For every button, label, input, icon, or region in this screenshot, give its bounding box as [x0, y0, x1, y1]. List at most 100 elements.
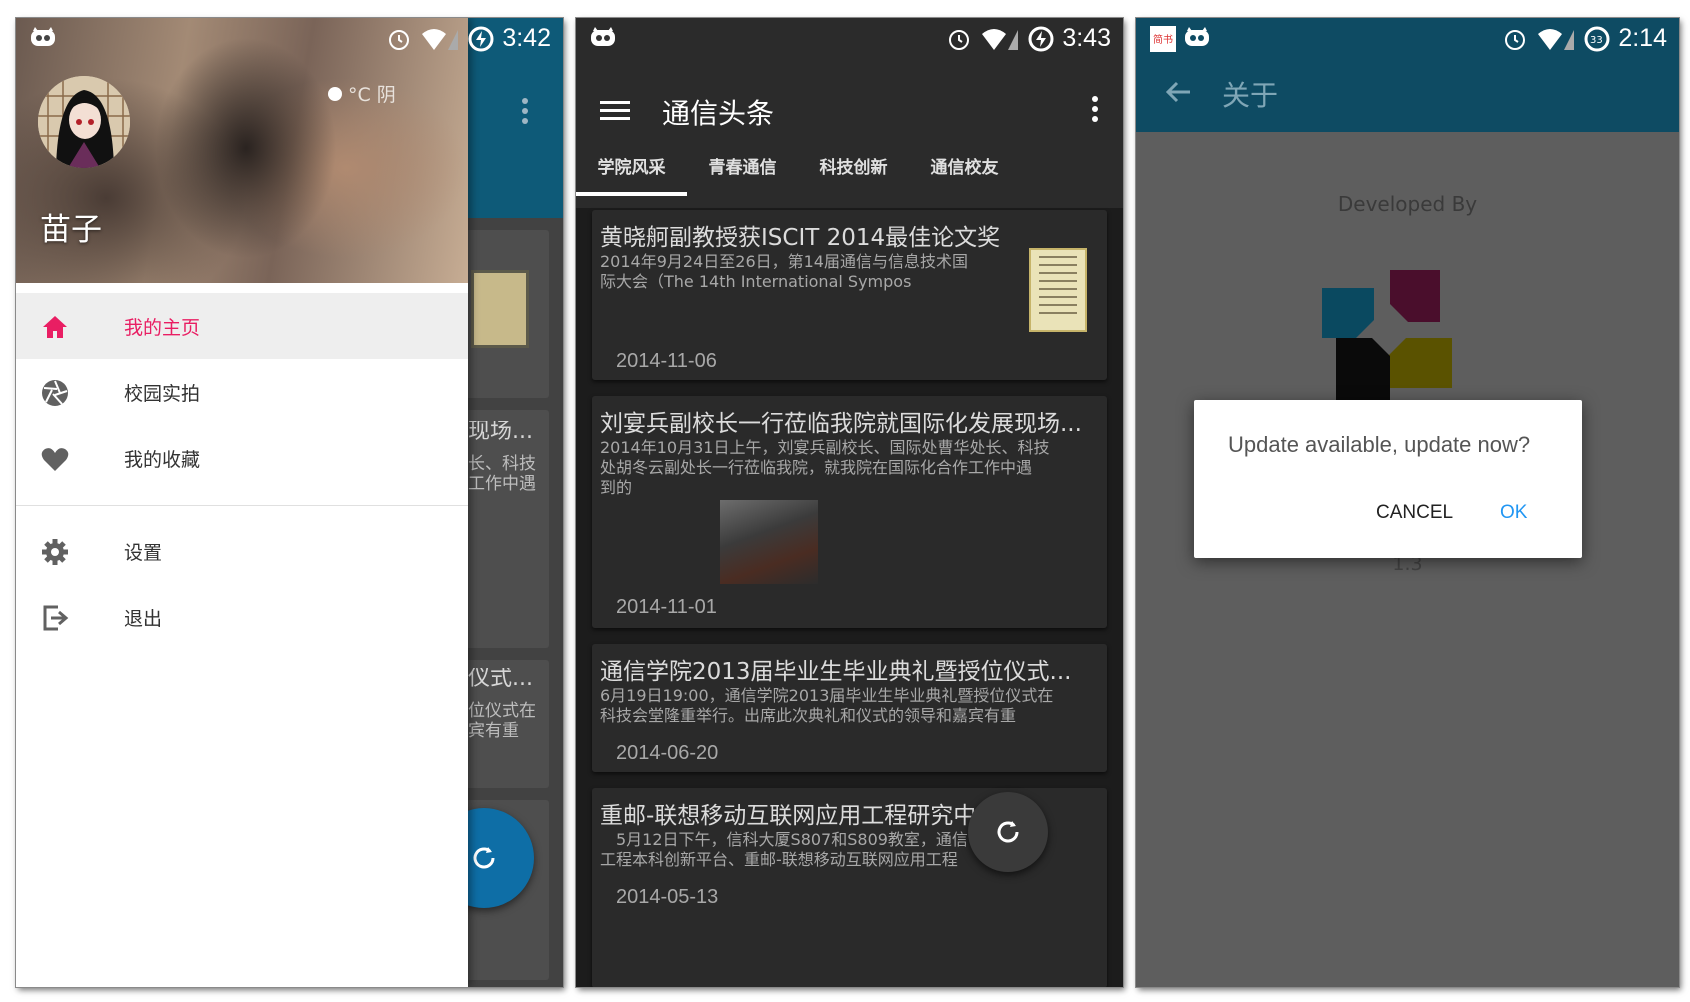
background-card-text: 位仪式在	[468, 701, 536, 721]
tab-alumni[interactable]: 通信校友	[909, 146, 1020, 208]
news-date: 2014-11-01	[616, 596, 717, 618]
menu-item-campus-photos[interactable]: 校园实拍	[16, 359, 468, 425]
background-card-text: 宾有重	[468, 721, 519, 741]
avatar[interactable]	[38, 76, 130, 168]
page-title: 关于	[1222, 79, 1279, 112]
alarm-icon	[949, 29, 970, 50]
news-summary: 2014年9月24日至26日，第14届通信与信息技术国 际大会（The 14th…	[600, 252, 968, 292]
background-thumbnail	[471, 270, 529, 348]
status-bar: 简书 33 2:14	[1136, 18, 1679, 62]
news-date: 2014-11-06	[616, 350, 717, 372]
news-summary-line: 际大会（The 14th International Sympos	[600, 272, 912, 291]
menu-divider	[16, 505, 468, 506]
news-card[interactable]: 通信学院2013届毕业生毕业典礼暨授位仪式... 6月19日19:00，通信学院…	[592, 644, 1107, 772]
cyanogen-mascot-icon	[1185, 27, 1209, 46]
tab-bar: 学院风采 青春通信 科技创新 通信校友	[576, 146, 1123, 208]
news-summary-line: 到的	[600, 478, 633, 497]
cancel-button[interactable]: CANCEL	[1376, 502, 1453, 524]
status-time: 2:14	[1618, 24, 1667, 52]
weather-text: °C 阴	[348, 84, 396, 106]
camera-aperture-icon	[42, 380, 68, 406]
meeting-photo	[720, 500, 818, 584]
hamburger-menu-icon[interactable]	[600, 100, 630, 122]
menu-item-label: 设置	[124, 541, 163, 564]
back-arrow-icon[interactable]	[1164, 80, 1192, 104]
news-summary-line: 5月12日下午，信科大厦S807和S809教室，通信	[600, 830, 968, 849]
news-summary-line: 2014年9月24日至26日，第14届通信与信息技术国	[600, 252, 968, 271]
menu-item-label: 退出	[124, 607, 163, 630]
wifi-signal-icon	[1538, 28, 1575, 50]
overflow-menu-icon[interactable]	[1091, 96, 1099, 122]
alarm-icon	[1505, 29, 1526, 50]
background-card-title: 现场...	[468, 421, 533, 443]
refresh-icon	[997, 821, 1019, 843]
update-dialog: Update available, update now? CANCEL OK	[1194, 400, 1582, 558]
news-title: 刘宴兵副校长一行莅临我院就国际化发展现场...	[600, 411, 1082, 437]
menu-item-label: 校园实拍	[124, 382, 201, 405]
alarm-icon	[389, 29, 410, 50]
menu-item-label: 我的主页	[124, 316, 201, 339]
news-card[interactable]: 黄晓舸副教授获ISCIT 2014最佳论文奖 2014年9月24日至26日，第1…	[592, 210, 1107, 380]
news-summary: 6月19日19:00，通信学院2013届毕业生毕业典礼暨授位仪式在 科技会堂隆重…	[600, 686, 1053, 726]
weather-icon	[328, 86, 342, 101]
background-card-text: 长、科技	[468, 454, 536, 474]
page-title: 通信头条	[662, 97, 775, 130]
logout-icon	[43, 605, 69, 631]
drawer-menu: 我的主页 校园实拍 我的收藏 设置 退出	[16, 293, 468, 650]
news-summary-line: 工程本科创新平台、重邮-联想移动互联网应用工程	[600, 850, 958, 869]
gear-icon	[42, 539, 68, 565]
status-bar: 3:42	[16, 18, 563, 62]
news-title: 通信学院2013届毕业生毕业典礼暨授位仪式...	[600, 659, 1072, 685]
refresh-fab[interactable]	[968, 792, 1048, 872]
menu-item-logout[interactable]: 退出	[16, 584, 468, 650]
screen-drawer: 现场... 长、科技 工作中遇 仪式... 位仪式在 宾有重 3:42 °C 阴…	[16, 18, 563, 987]
background-card	[466, 410, 549, 648]
tab-technology[interactable]: 科技创新	[798, 146, 909, 208]
home-icon	[43, 316, 67, 338]
menu-item-favorites[interactable]: 我的收藏	[16, 425, 468, 491]
developer-logo	[1322, 270, 1452, 406]
navigation-drawer: °C 阴 苗子 我的主页 校园实拍 我的收藏 设置 退出	[16, 18, 468, 987]
battery-icon: 33	[1584, 26, 1610, 51]
battery-charging-icon	[468, 26, 494, 51]
wifi-signal-icon	[422, 28, 459, 50]
svg-text:简书: 简书	[1153, 33, 1173, 46]
screen-about: 简书 33 2:14 关于 Developed By 1.3 Update av…	[1136, 18, 1679, 987]
news-summary-line: 2014年10月31日上午，刘宴兵副校长、国际处曹华处长、科技	[600, 438, 1050, 457]
heart-icon	[41, 448, 69, 471]
status-time: 3:43	[1062, 24, 1111, 52]
menu-item-settings[interactable]: 设置	[16, 518, 468, 584]
background-card-text: 工作中遇	[468, 474, 536, 494]
weather-info: °C 阴	[328, 80, 396, 107]
cyanogen-mascot-icon	[591, 27, 615, 46]
username: 苗子	[40, 212, 102, 248]
battery-charging-icon	[1028, 26, 1054, 51]
status-time: 3:42	[502, 24, 551, 52]
news-card[interactable]: 刘宴兵副校长一行莅临我院就国际化发展现场... 2014年10月31日上午，刘宴…	[592, 396, 1107, 628]
news-date: 2014-06-20	[616, 742, 719, 764]
tab-youth[interactable]: 青春通信	[687, 146, 798, 208]
dialog-message: Update available, update now?	[1228, 432, 1531, 457]
news-summary-line: 6月19日19:00，通信学院2013届毕业生毕业典礼暨授位仪式在	[600, 686, 1054, 705]
screen-news-list: 3:43 通信头条 学院风采 青春通信 科技创新 通信校友 黄晓舸副教授获ISC…	[576, 18, 1123, 987]
menu-item-home[interactable]: 我的主页	[16, 293, 468, 359]
news-title: 重邮-联想移动互联网应用工程研究中心	[600, 803, 1000, 829]
wifi-signal-icon	[982, 28, 1019, 50]
menu-item-label: 我的收藏	[124, 448, 201, 471]
app-notification-icon: 简书	[1150, 26, 1176, 52]
news-summary-line: 科技会堂隆重举行。出席此次典礼和仪式的领导和嘉宾有重	[600, 706, 1017, 725]
refresh-icon	[473, 847, 495, 869]
status-bar: 3:43	[576, 18, 1123, 62]
background-card-title: 仪式...	[468, 668, 533, 690]
news-date: 2014-05-13	[616, 886, 719, 908]
news-summary-line: 处胡冬云副处长一行莅临我院，就我院在国际化合作工作中遇	[600, 458, 1033, 477]
news-summary: 5月12日下午，信科大厦S807和S809教室，通信 工程本科创新平台、重邮-联…	[600, 830, 970, 870]
news-title: 黄晓舸副教授获ISCIT 2014最佳论文奖	[600, 225, 1001, 251]
svg-text:33: 33	[1590, 35, 1603, 46]
news-summary: 2014年10月31日上午，刘宴兵副校长、国际处曹华处长、科技 处胡冬云副处长一…	[600, 438, 1049, 498]
developed-by-label: Developed By	[1337, 192, 1478, 216]
certificate-thumbnail	[1029, 248, 1087, 332]
overflow-menu-icon	[521, 98, 529, 128]
ok-button[interactable]: OK	[1500, 502, 1527, 524]
tab-college[interactable]: 学院风采	[576, 146, 687, 208]
